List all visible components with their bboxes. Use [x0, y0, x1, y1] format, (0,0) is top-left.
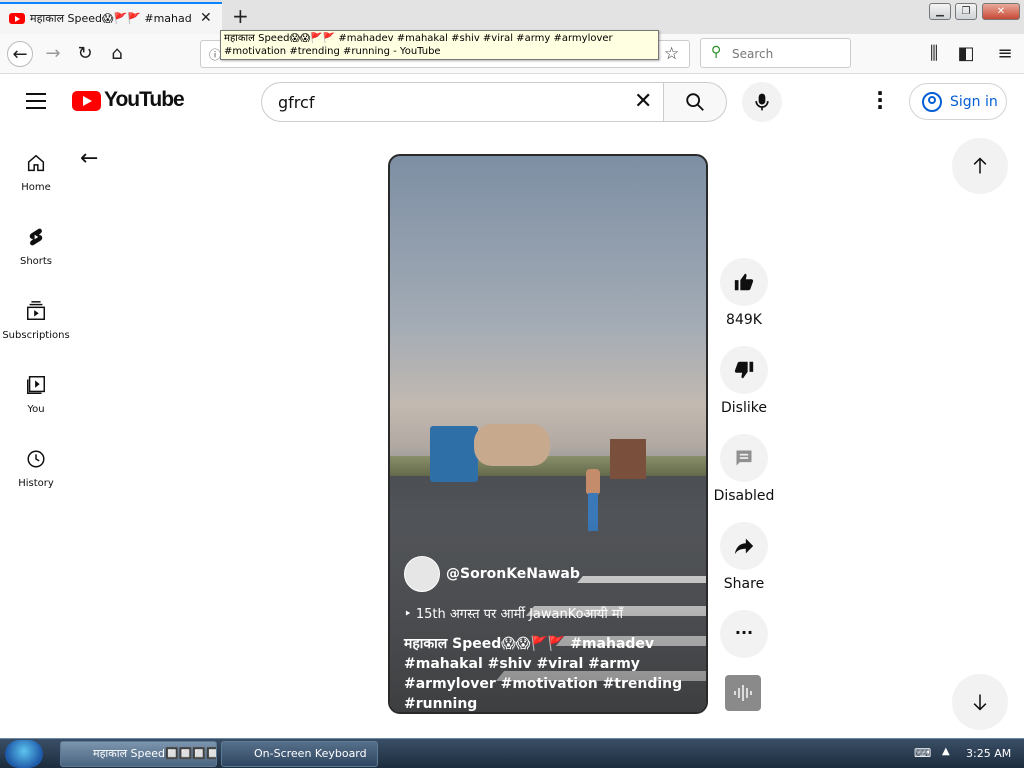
library-icon[interactable]: ⫼: [921, 41, 947, 67]
taskbar-item-keyboard[interactable]: On-Screen Keyboard: [221, 741, 378, 767]
sidebar-item-you[interactable]: You: [0, 374, 72, 444]
short-video-player[interactable]: [388, 154, 708, 714]
previous-short-button[interactable]: [952, 138, 1008, 194]
bookmark-star-icon[interactable]: ☆: [664, 44, 679, 64]
share-label: Share: [723, 576, 765, 592]
sound-thumbnail[interactable]: [725, 675, 761, 711]
browser-tab-bar: महाकाल Speed😱🚩🚩 #mahad ✕ + ▁ ❐ ✕: [0, 0, 1024, 34]
youtube-logo-text[interactable]: YouTube: [104, 88, 185, 112]
guide-menu-icon[interactable]: [26, 93, 46, 109]
youtube-favicon-icon: [9, 13, 25, 24]
start-button[interactable]: [5, 740, 43, 768]
more-options-icon[interactable]: · · ·: [872, 83, 888, 117]
clear-search-icon[interactable]: ✕: [634, 89, 652, 114]
search-icon: [686, 93, 704, 111]
shorts-icon: [29, 228, 43, 246]
comments-button[interactable]: [720, 434, 768, 482]
playlist-link[interactable]: ‣ 15th अगस्त पर आर्मी JawanKoआयी माँ: [404, 604, 623, 622]
history-icon: [27, 450, 45, 468]
you-icon: [27, 376, 45, 394]
dislike-label: Dislike: [721, 400, 767, 416]
sidebar-item-label: History: [18, 478, 54, 489]
thumbs-down-icon: [734, 361, 754, 379]
channel-name[interactable]: @SoronKeNawab: [446, 566, 580, 582]
sidebar-item-label: Shorts: [19, 256, 53, 267]
system-clock[interactable]: 3:25 AM: [966, 747, 1011, 760]
channel-avatar[interactable]: [404, 556, 440, 592]
sidebar-item-home[interactable]: Home: [0, 152, 72, 222]
tab-title: महाकाल Speed😱🚩🚩 #mahad: [30, 12, 192, 25]
search-placeholder: Search: [732, 47, 774, 61]
sidebar-item-subscriptions[interactable]: Subscriptions: [0, 300, 72, 370]
taskbar-item-label: महाकाल Speed🔲🔲🔲🔲...: [93, 747, 217, 760]
menu-icon[interactable]: ≡: [992, 41, 1018, 67]
share-arrow-icon: [734, 538, 754, 555]
video-truck: [610, 439, 646, 479]
sidebar-item-label: Subscriptions: [2, 330, 70, 341]
back-arrow-icon[interactable]: ←: [7, 41, 33, 67]
dislike-button[interactable]: [720, 346, 768, 394]
sign-in-button[interactable]: Sign in: [909, 83, 1007, 120]
microphone-icon: [755, 93, 769, 111]
video-caption[interactable]: महाकाल Speed😱😱🚩🚩 #mahadev #mahakal #shiv…: [404, 634, 700, 714]
playlist-title: 15th अगस्त पर आर्मी JawanKoआयी माँ: [415, 607, 624, 622]
youtube-logo-icon[interactable]: [72, 91, 101, 111]
sign-in-label: Sign in: [950, 94, 998, 110]
sidebar-item-label: Home: [21, 182, 51, 193]
next-short-button[interactable]: [952, 674, 1008, 730]
sidebar-toggle-icon[interactable]: ◧: [953, 41, 979, 67]
voice-search-button[interactable]: [742, 82, 782, 122]
account-icon: [922, 92, 942, 112]
search-engine-icon: ⚲: [711, 44, 722, 60]
keyboard-tray-icon[interactable]: ⌨: [914, 746, 931, 760]
more-horizontal-icon: ···: [734, 623, 754, 642]
reload-icon[interactable]: ↻: [72, 41, 98, 67]
video-truck: [430, 406, 550, 486]
arrow-down-icon: [973, 694, 987, 711]
search-query: gfrcf: [278, 93, 315, 112]
comment-icon: [736, 450, 752, 466]
more-actions-button[interactable]: ···: [720, 610, 768, 658]
sidebar-item-history[interactable]: History: [0, 448, 72, 518]
comments-label: Disabled: [713, 488, 775, 504]
youtube-search-button[interactable]: [663, 82, 727, 122]
tooltip-line: #motivation #trending #running - YouTube: [224, 46, 441, 57]
browser-tab[interactable]: महाकाल Speed😱🚩🚩 #mahad ✕: [0, 2, 222, 34]
close-tab-icon[interactable]: ✕: [200, 10, 212, 26]
maximize-window-icon[interactable]: ❐: [955, 3, 977, 20]
subscriptions-icon: [27, 301, 45, 320]
back-arrow-icon[interactable]: ←: [80, 146, 98, 171]
youtube-search-input[interactable]: gfrcf ✕: [261, 82, 664, 122]
close-window-icon[interactable]: ✕: [982, 3, 1020, 20]
taskbar-item-browser[interactable]: महाकाल Speed🔲🔲🔲🔲...: [60, 741, 217, 767]
like-button[interactable]: [720, 258, 768, 306]
share-button[interactable]: [720, 522, 768, 570]
tooltip-line: महाकाल Speed😱😱🚩🚩 #mahadev #mahakal #shiv…: [224, 33, 613, 44]
thumbs-up-icon: [734, 273, 754, 291]
audio-wave-icon: [734, 685, 752, 701]
tab-tooltip: महाकाल Speed😱😱🚩🚩 #mahadev #mahakal #shiv…: [220, 30, 659, 60]
arrow-up-icon: [973, 157, 987, 174]
browser-search-input[interactable]: ⚲ Search: [700, 38, 851, 68]
home-icon[interactable]: ⌂: [104, 41, 130, 67]
home-icon: [27, 154, 45, 172]
sidebar-item-shorts[interactable]: Shorts: [0, 226, 72, 296]
taskbar-item-label: On-Screen Keyboard: [254, 747, 367, 760]
show-hidden-icons-icon[interactable]: ▲: [942, 746, 950, 757]
like-count: 849K: [726, 312, 762, 328]
windows-taskbar: महाकाल Speed🔲🔲🔲🔲... On-Screen Keyboard ⌨…: [0, 738, 1024, 768]
forward-arrow-icon[interactable]: →: [40, 41, 66, 67]
sidebar-item-label: You: [27, 404, 45, 415]
minimize-window-icon[interactable]: ▁: [929, 3, 951, 20]
new-tab-icon[interactable]: +: [232, 4, 249, 28]
